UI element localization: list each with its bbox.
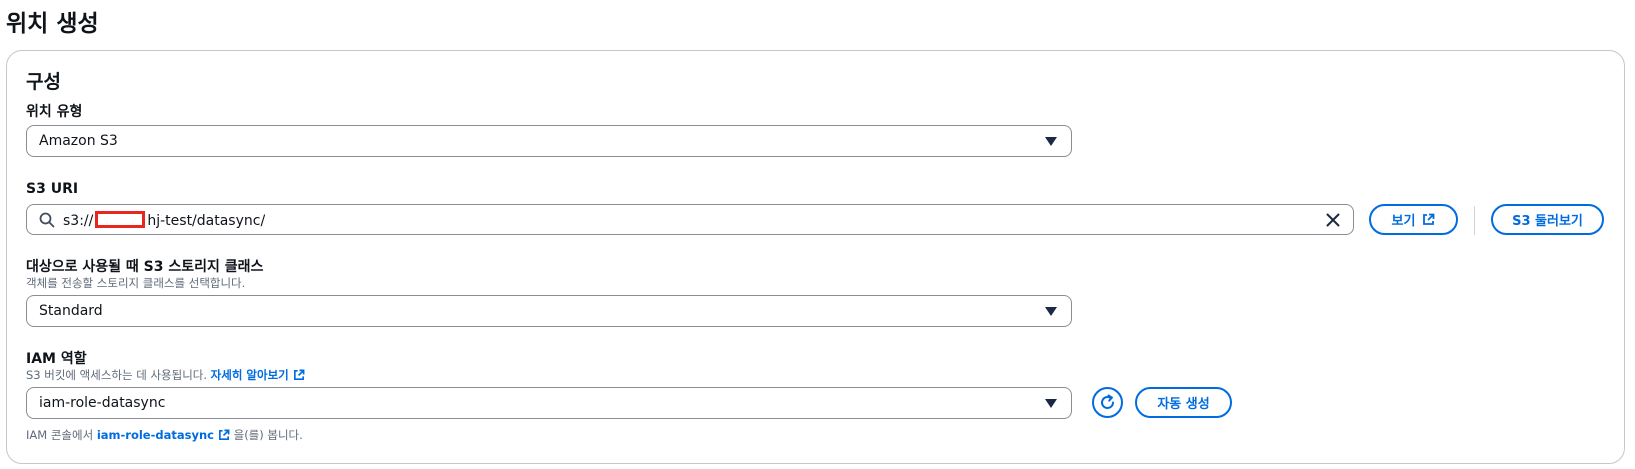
external-link-icon [293, 369, 305, 380]
view-button[interactable]: 보기 [1369, 204, 1458, 235]
s3-uri-suffix: hj-test/datasync/ [147, 213, 266, 229]
iam-role-description-line: S3 버킷에 액세스하는 데 사용됩니다. 자세히 알아보기 [26, 367, 305, 383]
view-button-label: 보기 [1391, 214, 1416, 229]
iam-console-role-link[interactable]: iam-role-datasync [97, 428, 230, 442]
storage-class-label: 대상으로 사용될 때 S3 스토리지 클래스 [26, 259, 264, 275]
iam-footer-suffix: 을(를) 봅니다. [233, 428, 303, 442]
s3-uri-input[interactable]: s3:// hj-test/datasync/ [26, 204, 1354, 235]
iam-console-footer: IAM 콘솔에서 iam-role-datasync 을(를) 봅니다. [26, 427, 303, 443]
iam-footer-prefix: IAM 콘솔에서 [26, 428, 94, 442]
storage-class-select[interactable]: Standard [26, 295, 1072, 327]
auto-create-button[interactable]: 자동 생성 [1135, 387, 1232, 418]
s3-uri-prefix: s3:// [63, 213, 94, 229]
storage-class-description: 객체를 전송할 스토리지 클래스를 선택합니다. [26, 276, 246, 290]
search-icon [39, 212, 55, 228]
storage-class-value: Standard [39, 303, 103, 319]
iam-role-label: IAM 역할 [26, 351, 87, 367]
button-divider [1474, 206, 1475, 235]
iam-role-select[interactable]: iam-role-datasync [26, 387, 1072, 419]
iam-role-description: S3 버킷에 액세스하는 데 사용됩니다. [26, 368, 208, 382]
location-type-label: 위치 유형 [26, 104, 83, 120]
iam-role-value: iam-role-datasync [39, 395, 166, 411]
external-link-icon [218, 429, 230, 440]
refresh-button[interactable] [1092, 387, 1123, 418]
location-type-select[interactable]: Amazon S3 [26, 125, 1072, 157]
s3-uri-label: S3 URI [26, 181, 79, 197]
external-link-icon [1423, 213, 1435, 225]
caret-down-icon [1045, 399, 1057, 408]
close-icon[interactable] [1325, 212, 1341, 228]
caret-down-icon [1045, 137, 1057, 146]
page-title: 위치 생성 [6, 11, 99, 37]
redaction-box [95, 211, 146, 228]
location-type-value: Amazon S3 [39, 133, 118, 149]
browse-s3-button[interactable]: S3 둘러보기 [1491, 204, 1604, 235]
refresh-icon [1101, 394, 1114, 409]
section-title: 구성 [26, 71, 61, 93]
learn-more-link[interactable]: 자세히 알아보기 [211, 368, 305, 382]
caret-down-icon [1045, 307, 1057, 316]
